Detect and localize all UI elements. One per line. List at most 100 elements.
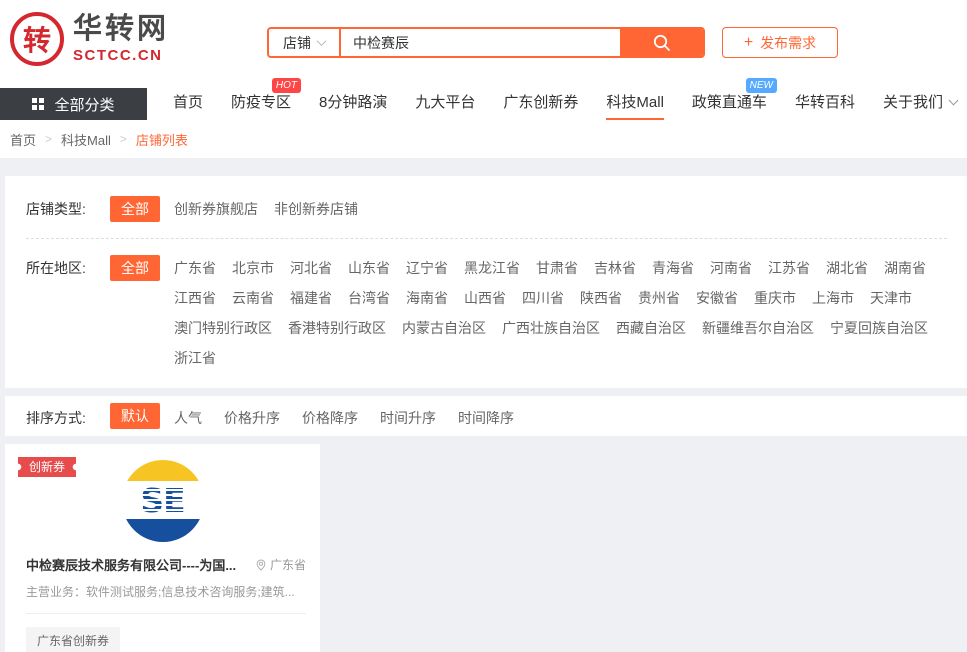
region-option[interactable]: 浙江省 <box>174 348 216 368</box>
plus-icon: + <box>744 35 753 51</box>
publish-demand-button[interactable]: + 发布需求 <box>722 27 838 58</box>
card-divider <box>26 613 306 614</box>
store-logo-top <box>122 460 204 481</box>
brand-domain: SCTCC.CN <box>73 48 169 63</box>
site-logo[interactable]: 转 华转网 SCTCC.CN <box>10 12 169 66</box>
region-options: 广东省北京市河北省山东省辽宁省黑龙江省甘肃省吉林省青海省河南省江苏省湖北省湖南省… <box>174 255 947 368</box>
store-logo-letters: SE <box>140 484 184 517</box>
search-category-value: 店铺 <box>283 33 311 53</box>
region-option[interactable]: 四川省 <box>522 288 564 308</box>
region-option[interactable]: 贵州省 <box>638 288 680 308</box>
region-option[interactable]: 江苏省 <box>768 258 810 278</box>
region-option[interactable]: 辽宁省 <box>406 258 448 278</box>
breadcrumb-separator: > <box>45 132 52 146</box>
breadcrumb-separator: > <box>120 132 127 146</box>
all-categories-button[interactable]: 全部分类 <box>0 88 147 120</box>
store-description: 主营业务：软件测试服务;信息技术咨询服务;建筑... <box>26 583 306 600</box>
region-selected-chip[interactable]: 全部 <box>110 255 160 281</box>
sort-bar: 排序方式: 默认 人气 价格升序 价格降序 时间升序 时间降序 <box>5 396 967 436</box>
region-option[interactable]: 内蒙古自治区 <box>402 318 486 338</box>
nav-item-huazhuan-wiki[interactable]: 华转百科 <box>795 88 855 120</box>
breadcrumb-tech-mall[interactable]: 科技Mall <box>61 130 111 149</box>
store-name[interactable]: 中检赛辰技术服务有限公司----为国... <box>26 555 236 574</box>
nav-links: 首页 防疫专区 HOT 8分钟路演 九大平台 广东创新券 科技Mall 政策直通… <box>173 88 957 120</box>
region-option[interactable]: 青海省 <box>652 258 694 278</box>
region-option[interactable]: 甘肃省 <box>536 258 578 278</box>
nav-item-gd-innovation-voucher[interactable]: 广东创新券 <box>503 88 578 120</box>
breadcrumb: 首页 > 科技Mall > 店铺列表 <box>0 120 967 158</box>
nav-item-8min-roadshow[interactable]: 8分钟路演 <box>319 88 387 120</box>
store-logo-bottom <box>122 519 204 542</box>
shop-type-options: 创新券旗舰店非创新券店铺 <box>174 196 947 219</box>
region-option[interactable]: 天津市 <box>870 288 912 308</box>
region-option[interactable]: 广西壮族自治区 <box>502 318 600 338</box>
region-option[interactable]: 台湾省 <box>348 288 390 308</box>
region-option[interactable]: 山西省 <box>464 288 506 308</box>
nav-item-home[interactable]: 首页 <box>173 88 203 120</box>
region-option[interactable]: 吉林省 <box>594 258 636 278</box>
region-option[interactable]: 香港特别行政区 <box>288 318 386 338</box>
region-option[interactable]: 黑龙江省 <box>464 258 520 278</box>
sort-option[interactable]: 价格降序 <box>302 408 358 428</box>
location-pin-icon <box>255 559 267 571</box>
filter-panel: 店铺类型: 全部 创新券旗舰店非创新券店铺 所在地区: 全部 广东省北京市河北省… <box>5 176 967 388</box>
store-location-text: 广东省 <box>270 556 306 573</box>
shop-type-filter-row: 店铺类型: 全部 创新券旗舰店非创新券店铺 <box>26 196 947 222</box>
nav-item-policy-express[interactable]: 政策直通车 NEW <box>692 88 767 120</box>
region-option[interactable]: 江西省 <box>174 288 216 308</box>
main-nav: 全部分类 首页 防疫专区 HOT 8分钟路演 九大平台 广东创新券 科技Mall… <box>0 88 967 120</box>
nav-item-tech-mall[interactable]: 科技Mall <box>606 88 664 120</box>
brand-text: 华转网 SCTCC.CN <box>73 15 169 63</box>
sort-option[interactable]: 人气 <box>174 408 202 428</box>
region-option[interactable]: 西藏自治区 <box>616 318 686 338</box>
sort-label: 排序方式: <box>26 405 110 428</box>
search-category-select[interactable]: 店铺 <box>269 29 341 56</box>
hot-badge: HOT <box>272 78 301 93</box>
region-option[interactable]: 陕西省 <box>580 288 622 308</box>
store-location: 广东省 <box>255 556 306 573</box>
shop-type-selected-chip[interactable]: 全部 <box>110 196 160 222</box>
region-option[interactable]: 澳门特别行政区 <box>174 318 272 338</box>
search-button[interactable] <box>620 29 703 56</box>
brand-name: 华转网 <box>73 15 169 44</box>
all-categories-label: 全部分类 <box>54 94 114 115</box>
sort-option[interactable]: 价格升序 <box>224 408 280 428</box>
region-filter-row: 所在地区: 全部 广东省北京市河北省山东省辽宁省黑龙江省甘肃省吉林省青海省河南省… <box>26 255 947 368</box>
store-tag[interactable]: 广东省创新券 <box>26 627 120 652</box>
sort-option[interactable]: 时间升序 <box>380 408 436 428</box>
nav-item-about-us[interactable]: 关于我们 <box>883 88 957 120</box>
region-option[interactable]: 北京市 <box>232 258 274 278</box>
dashed-divider <box>26 238 947 239</box>
region-option[interactable]: 云南省 <box>232 288 274 308</box>
region-option[interactable]: 上海市 <box>812 288 854 308</box>
sort-option[interactable]: 时间降序 <box>458 408 514 428</box>
region-option[interactable]: 河北省 <box>290 258 332 278</box>
search-bar: 店铺 <box>267 27 705 58</box>
innovation-voucher-badge: 创新券 <box>18 457 76 477</box>
region-option[interactable]: 海南省 <box>406 288 448 308</box>
brand-seal-icon: 转 <box>10 12 64 66</box>
nav-item-epidemic-zone[interactable]: 防疫专区 HOT <box>231 88 291 120</box>
region-option[interactable]: 山东省 <box>348 258 390 278</box>
search-icon <box>652 33 671 52</box>
region-option[interactable]: 福建省 <box>290 288 332 308</box>
breadcrumb-home[interactable]: 首页 <box>10 130 36 149</box>
store-card[interactable]: 创新券 SE 中检赛辰技术服务有限公司----为国... 广东省 主营业务：软件… <box>5 444 320 652</box>
search-input[interactable] <box>341 29 620 56</box>
region-option[interactable]: 安徽省 <box>696 288 738 308</box>
nav-item-nine-platforms[interactable]: 九大平台 <box>415 88 475 120</box>
region-option[interactable]: 重庆市 <box>754 288 796 308</box>
publish-demand-label: 发布需求 <box>760 33 816 53</box>
sort-selected-chip[interactable]: 默认 <box>110 403 160 429</box>
region-option[interactable]: 广东省 <box>174 258 216 278</box>
region-option[interactable]: 湖南省 <box>884 258 926 278</box>
region-option[interactable]: 河南省 <box>710 258 752 278</box>
shop-type-option[interactable]: 非创新券店铺 <box>274 199 358 219</box>
shop-type-option[interactable]: 创新券旗舰店 <box>174 199 258 219</box>
store-logo-middle: SE <box>122 481 204 519</box>
region-option[interactable]: 湖北省 <box>826 258 868 278</box>
new-badge: NEW <box>746 78 777 93</box>
region-option[interactable]: 宁夏回族自治区 <box>830 318 928 338</box>
region-option[interactable]: 新疆维吾尔自治区 <box>702 318 814 338</box>
store-logo: SE <box>122 460 204 542</box>
